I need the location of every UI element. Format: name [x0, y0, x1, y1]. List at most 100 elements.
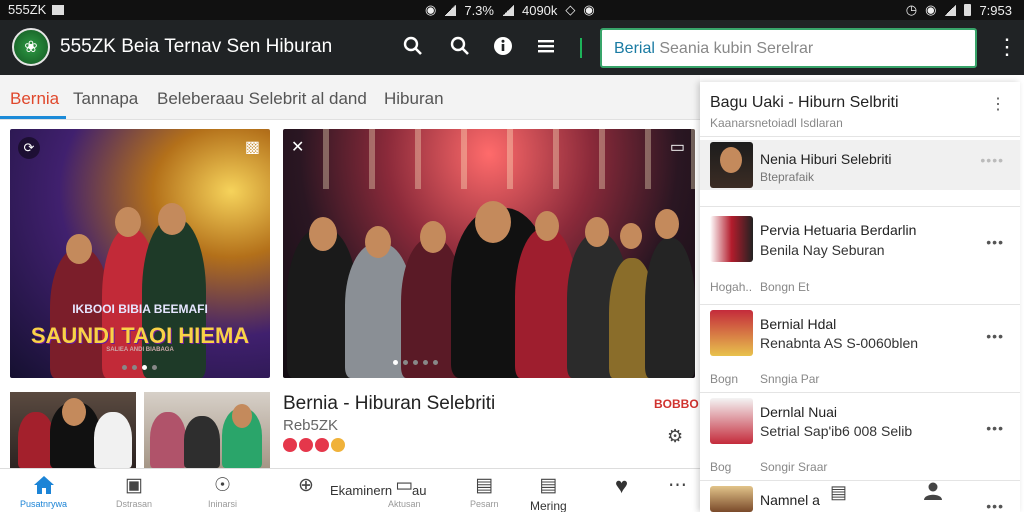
emoji-icon — [331, 438, 345, 452]
tab-celebrity[interactable]: Beleberaau Selebrit al dand — [157, 89, 367, 109]
search-icon-secondary[interactable] — [449, 36, 471, 58]
nav-list[interactable]: ▤ Mering — [530, 475, 567, 512]
cast-icon[interactable]: ▭ — [670, 137, 685, 157]
carousel-dot[interactable] — [403, 360, 408, 365]
more-horiz-icon[interactable]: •••• — [980, 152, 1004, 168]
nav-gallery[interactable]: ▣ Dstrasan — [116, 475, 152, 509]
item-thumbnail — [710, 216, 753, 262]
thumbnail-card[interactable] — [10, 392, 136, 468]
person-figure — [645, 238, 695, 378]
tab-tannapa[interactable]: Tannapa — [73, 89, 138, 109]
carousel-dot[interactable] — [423, 360, 428, 365]
nav-list-label: Mering — [530, 499, 567, 512]
more-vert-icon[interactable]: ⋮ — [996, 36, 1018, 58]
tab-hiburan[interactable]: Hiburan — [384, 89, 444, 109]
search-input[interactable]: Berial Seania kubin Serelrar — [600, 28, 977, 68]
feature-badge: BOBBO — [654, 397, 699, 411]
item-thumbnail — [710, 142, 753, 188]
carousel-dot[interactable] — [152, 365, 157, 370]
tab-bernia[interactable]: Bernia — [10, 89, 59, 109]
carousel-dot[interactable] — [413, 360, 418, 365]
wifi-icon-3: ◉ — [925, 2, 937, 17]
plus-circle-icon: ⊕ — [298, 475, 314, 496]
carousel-dot[interactable] — [122, 365, 127, 370]
more-vert-icon[interactable]: ⋮ — [990, 94, 1006, 114]
nav-home[interactable]: Pusatnrywa — [20, 475, 67, 509]
nav-info[interactable]: ☉ Ininarsi — [208, 475, 237, 509]
divider — [700, 304, 1020, 305]
alert-circle-icon: ☉ — [213, 475, 232, 496]
item-meta-left: Bogn — [710, 372, 739, 386]
nav-tv-label: Aktusan — [388, 499, 421, 509]
divider — [700, 392, 1020, 393]
more-horiz-icon[interactable]: ••• — [986, 420, 1004, 436]
reaction-icons[interactable] — [283, 438, 345, 452]
panel-list-item[interactable]: Dernlal Nuai Setrial Sap'ib6 008 Selib •… — [700, 398, 1020, 478]
carousel-dot[interactable] — [433, 360, 438, 365]
wifi-icon-2: ◉ — [583, 2, 595, 17]
item-meta-left: Bog — [710, 460, 732, 474]
info-icon[interactable] — [492, 36, 514, 58]
hero-card-group-photo[interactable]: ✕ ▭ — [283, 129, 695, 378]
image-icon: ▣ — [125, 475, 143, 496]
poster-title: IKBOOI BIBIA BEEMAFI — [72, 302, 208, 316]
search-input-placeholder: Seania kubin Serelrar — [659, 40, 814, 57]
panel-list-item[interactable]: Bernial Hdal Renabnta AS S-0060blen ••• … — [700, 310, 1020, 390]
nav-document[interactable]: ▤ Pesarn — [470, 475, 499, 509]
search-icon[interactable] — [402, 36, 424, 58]
more-horiz-icon[interactable]: ••• — [986, 328, 1004, 344]
sync-icon: ◇ — [565, 2, 576, 17]
divider — [700, 480, 1020, 481]
carousel-dot[interactable] — [132, 365, 137, 370]
more-horiz-icon[interactable]: ••• — [986, 234, 1004, 250]
document-icon: ▤ — [475, 475, 494, 496]
divider — [700, 136, 1020, 137]
share-icon[interactable]: ⟳ — [18, 137, 40, 159]
clock: 7:953 — [979, 2, 1012, 18]
item-thumbnail — [710, 310, 753, 356]
signal-icon-3 — [944, 4, 957, 16]
nav-favorites[interactable]: ♥ — [615, 475, 628, 497]
thumbnail-card[interactable] — [144, 392, 270, 468]
item-subtitle: Renabnta AS S-0060blen — [760, 335, 919, 351]
item-title: Pervia Hetuaria Berdarlin — [760, 222, 917, 238]
document-icon[interactable]: ▤ — [830, 482, 847, 503]
reaction-icon — [299, 438, 313, 452]
carousel-dot-active[interactable] — [142, 365, 147, 370]
nav-add[interactable]: ⊕ — [298, 475, 314, 497]
performer-head — [66, 234, 92, 264]
item-thumbnail — [710, 398, 753, 444]
app-logo-icon[interactable]: ❀ — [12, 28, 50, 66]
gear-icon[interactable]: ⚙ — [667, 426, 683, 447]
carousel-dot-active[interactable] — [393, 360, 398, 365]
feature-source: Reb5ZK — [283, 417, 339, 434]
performer-head — [115, 207, 141, 237]
expand-icon[interactable]: ▩ — [245, 137, 260, 157]
menu-icon[interactable] — [535, 36, 557, 58]
home-icon — [20, 475, 67, 497]
item-title: Dernlal Nuai — [760, 404, 838, 420]
item-thumbnail — [710, 486, 753, 512]
nav-add-label: Ekaminern — [330, 483, 393, 498]
person-head — [365, 226, 391, 258]
divider — [580, 38, 582, 58]
signal-icon — [444, 4, 457, 16]
person-head — [535, 211, 559, 241]
person-head — [420, 221, 446, 253]
wifi-icon: ◉ — [425, 2, 437, 17]
poster-credit: SALIEA ANDI BIABAGA — [106, 347, 174, 353]
feature-title[interactable]: Bernia - Hiburan Selebriti — [283, 393, 495, 415]
app-title: 555ZK Beia Ternav Sen Hiburan — [60, 36, 333, 57]
battery-percent: 7.3% — [464, 2, 494, 18]
panel-list-item[interactable]: Nenia Hiburi Selebriti Bteprafaik •••• — [700, 140, 1020, 190]
hero-card-poster[interactable]: ⟳ ▩ IKBOOI BIBIA BEEMAFI SAUNDI TAOI HIE… — [10, 129, 270, 378]
item-meta-right: Snngia Par — [760, 372, 820, 386]
person-icon[interactable] — [923, 482, 943, 505]
panel-list-item[interactable]: Namnel a ••• — [700, 486, 1020, 512]
more-horiz-icon: ⋯ — [668, 475, 687, 496]
nav-tv-inline-label: au — [412, 483, 427, 498]
back-icon[interactable]: ✕ — [291, 137, 304, 157]
nav-more[interactable]: ⋯ — [668, 475, 687, 497]
panel-list-item[interactable]: Pervia Hetuaria Berdarlin Benila Nay Seb… — [700, 216, 1020, 300]
more-horiz-icon[interactable]: ••• — [986, 498, 1004, 512]
